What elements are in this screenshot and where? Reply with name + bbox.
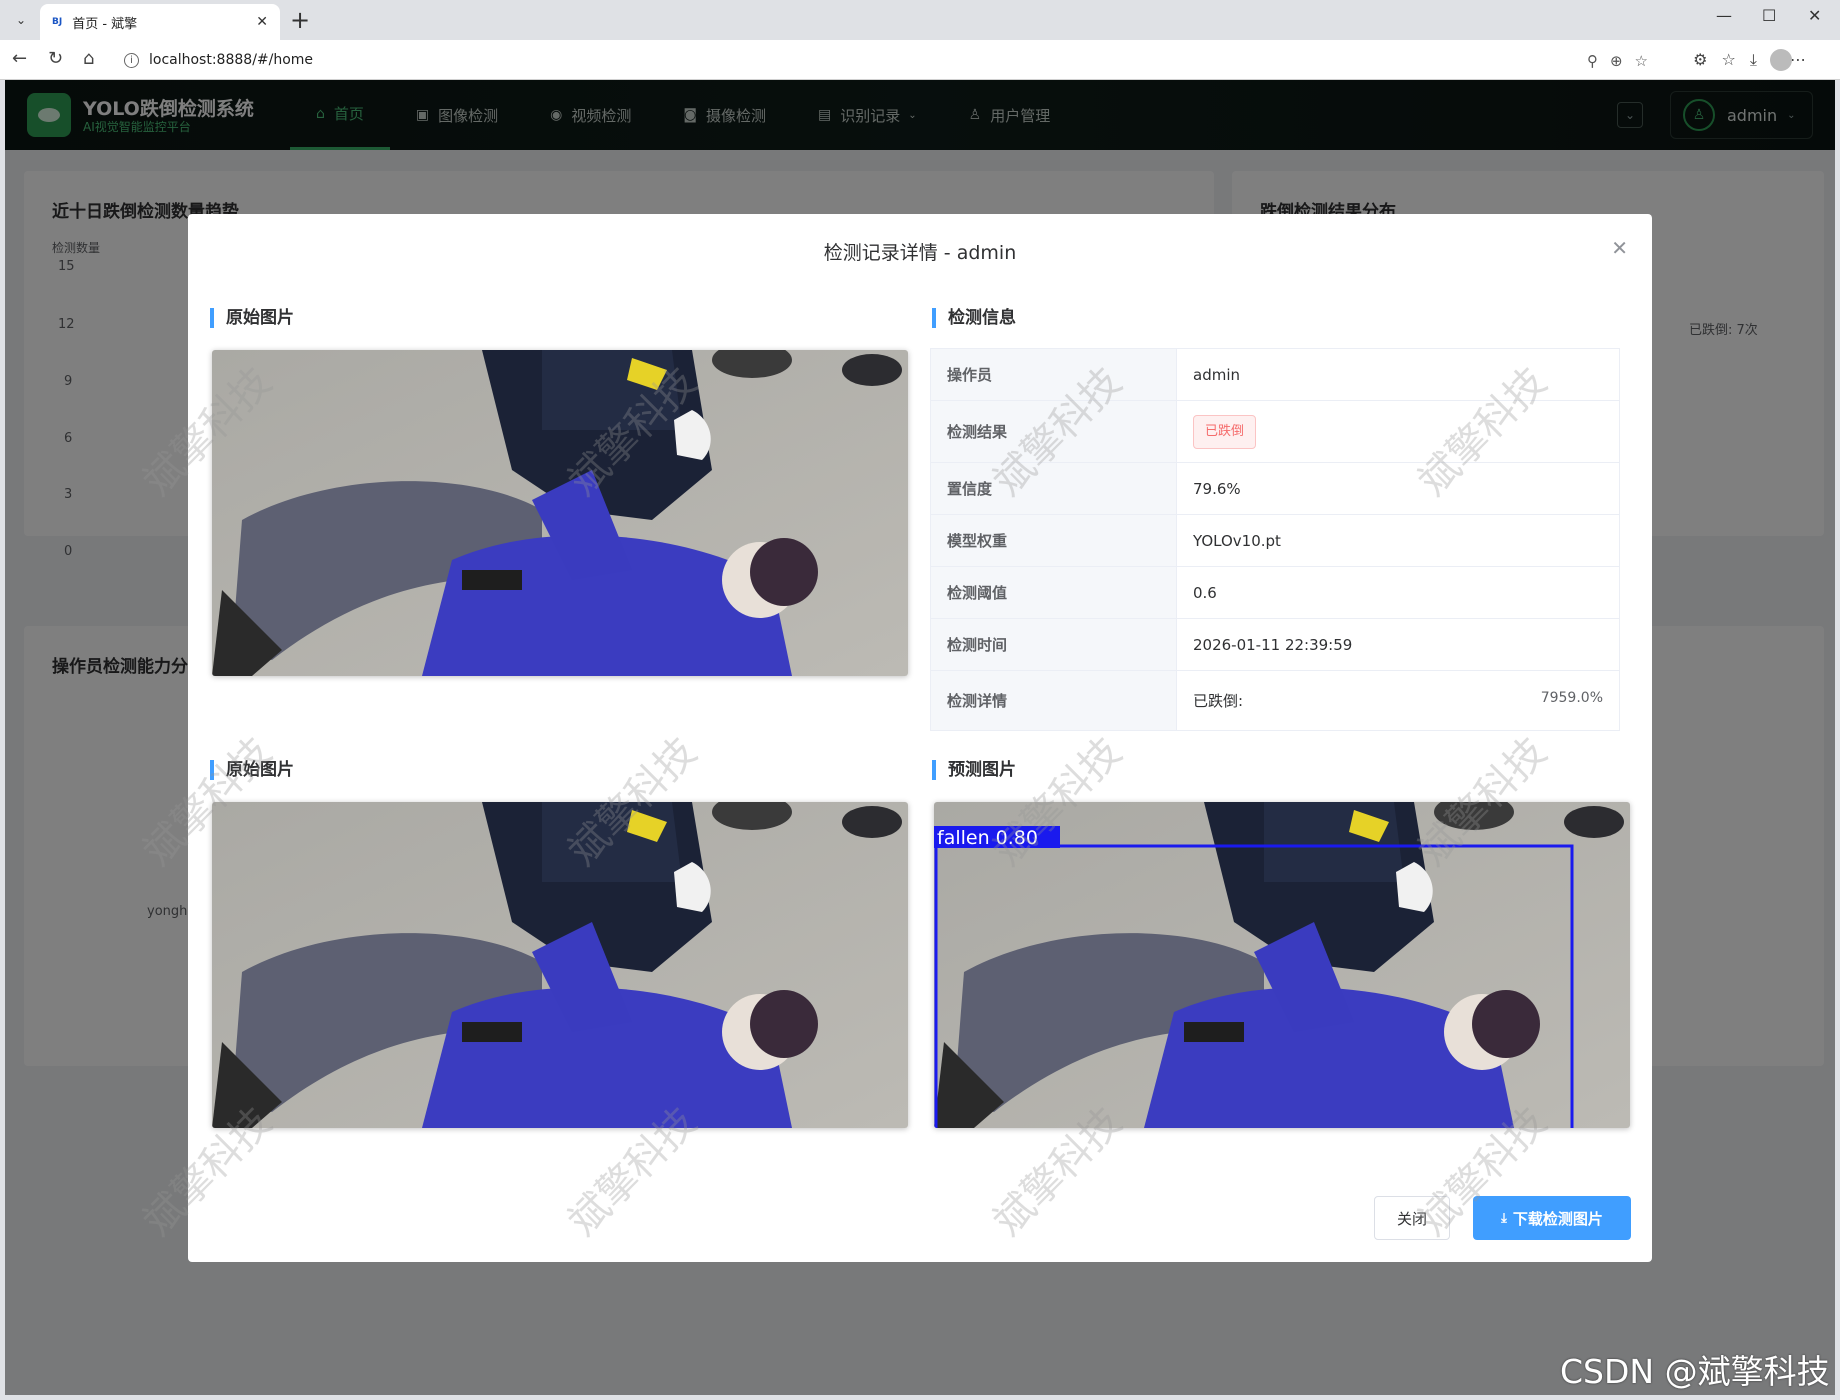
table-row: 检测结果 已跌倒 (930, 400, 1620, 463)
predicted-image: fallen 0.80 (934, 802, 1630, 1128)
time-label: 检测时间 (930, 618, 1177, 671)
table-row: 检测时间 2026-01-11 22:39:59 (930, 618, 1620, 671)
table-row: 置信度 79.6% (930, 462, 1620, 515)
original-image (212, 350, 908, 676)
window-close-icon[interactable]: ✕ (1808, 6, 1821, 25)
time-value: 2026-01-11 22:39:59 (1176, 618, 1620, 671)
operator-label: 操作员 (930, 348, 1177, 401)
predicted-image-illustration: fallen 0.80 (934, 802, 1630, 1128)
threshold-label: 检测阈值 (930, 566, 1177, 619)
tab-title: 首页 - 斌擎 (72, 16, 138, 32)
download-button-label: 下载检测图片 (1512, 1209, 1603, 1228)
original-image-2 (212, 802, 908, 1128)
record-detail-modal: 检测记录详情 - admin ✕ 原始图片 检测信息 操作员 admin 检测结… (188, 214, 1652, 1262)
browser-toolbar-icons[interactable]: ⚙☆⤓ ⋯ (1693, 50, 1820, 70)
close-button[interactable]: 关闭 (1374, 1196, 1450, 1240)
minimize-icon[interactable]: — (1716, 6, 1732, 25)
result-cell: 已跌倒 (1176, 400, 1620, 463)
reload-icon[interactable]: ↻ (48, 48, 63, 69)
result-label: 检测结果 (930, 400, 1177, 463)
table-row: 操作员 admin (930, 348, 1620, 401)
detail-percent: 7959.0% (1540, 690, 1603, 706)
back-arrow-icon[interactable]: ← (12, 48, 27, 69)
site-info-icon[interactable]: i (124, 52, 139, 68)
detection-info-table: 操作员 admin 检测结果 已跌倒 置信度 79.6% 模型权重 YOLOv1… (930, 348, 1620, 731)
home-icon[interactable]: ⌂ (83, 48, 94, 69)
address-bar: ← ↻ ⌂ i localhost:8888/#/home ⚲⊕☆ ⚙☆⤓ ⋯ (0, 40, 1840, 80)
detail-label: 检测详情 (930, 670, 1177, 731)
url-field[interactable]: i localhost:8888/#/home (112, 46, 1652, 74)
weights-value: YOLOv10.pt (1176, 514, 1620, 567)
close-icon[interactable]: ✕ (1611, 236, 1628, 260)
url-text: localhost:8888/#/home (149, 52, 314, 68)
browser-tab[interactable]: BJ 首页 - 斌擎 ✕ (40, 4, 280, 40)
table-row: 检测阈值 0.6 (930, 566, 1620, 619)
detail-cell: 已跌倒: 7959.0% (1176, 670, 1620, 731)
bbox-label: fallen 0.80 (937, 827, 1038, 849)
tab-list-chevron-icon[interactable]: ⌄ (8, 8, 34, 32)
weights-label: 模型权重 (930, 514, 1177, 567)
new-tab-plus-icon[interactable]: + (290, 6, 310, 34)
detection-info-heading: 检测信息 (932, 308, 1016, 328)
threshold-value: 0.6 (1176, 566, 1620, 619)
status-badge: 已跌倒 (1193, 414, 1257, 449)
operator-value: admin (1176, 348, 1620, 401)
original-image-illustration (212, 350, 908, 676)
detail-value: 已跌倒: (1193, 692, 1244, 710)
table-row: 检测详情 已跌倒: 7959.0% (930, 670, 1620, 731)
browser-tab-bar: ⌄ BJ 首页 - 斌擎 ✕ + — ☐ ✕ (0, 0, 1840, 40)
profile-avatar-icon[interactable] (1770, 49, 1792, 71)
address-tools-icons[interactable]: ⚲⊕☆ (1587, 52, 1660, 70)
download-button[interactable]: ⤓ 下载检测图片 (1473, 1196, 1631, 1240)
table-row: 模型权重 YOLOv10.pt (930, 514, 1620, 567)
favicon-icon: BJ (52, 17, 63, 27)
maximize-icon[interactable]: ☐ (1762, 6, 1776, 25)
predicted-image-heading: 预测图片 (932, 760, 1016, 780)
original-image-illustration-2 (212, 802, 908, 1128)
confidence-label: 置信度 (930, 462, 1177, 515)
download-icon: ⤓ (1501, 1210, 1507, 1226)
confidence-value: 79.6% (1176, 462, 1620, 515)
csdn-watermark: CSDN @斌擎科技 (1560, 1352, 1830, 1391)
original-image-heading-2: 原始图片 (210, 760, 294, 780)
modal-title: 检测记录详情 - admin (823, 242, 1017, 264)
original-image-heading: 原始图片 (210, 308, 294, 328)
tab-close-icon[interactable]: ✕ (256, 14, 268, 30)
